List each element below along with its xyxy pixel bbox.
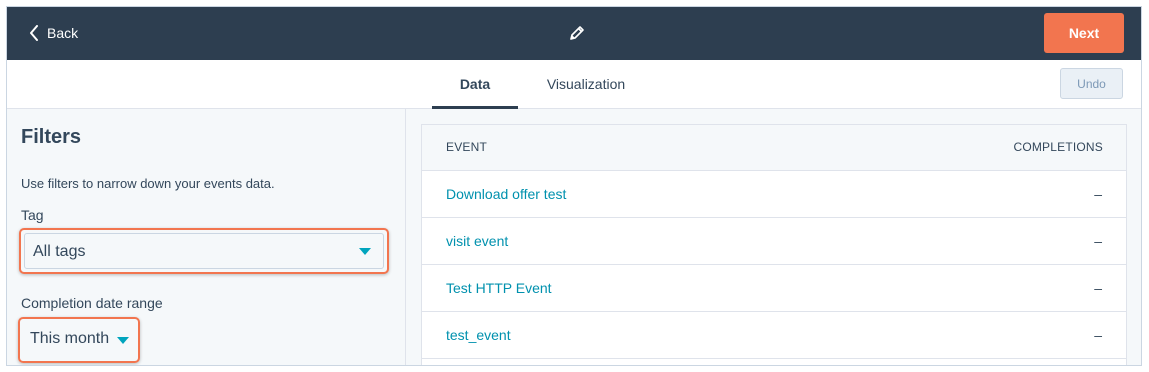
- event-link[interactable]: Download offer test: [446, 186, 566, 202]
- back-label: Back: [47, 25, 79, 41]
- top-bar: Back Next: [7, 7, 1141, 60]
- table-row: Download offer test –: [422, 171, 1126, 218]
- chevron-left-icon: [30, 25, 38, 41]
- filters-panel: Filters Use filters to narrow down your …: [7, 109, 406, 365]
- caret-down-icon: [117, 337, 129, 344]
- tag-highlight: All tags: [19, 228, 389, 274]
- undo-button[interactable]: Undo: [1060, 68, 1123, 99]
- date-range-value: This month: [30, 330, 110, 347]
- tab-data[interactable]: Data: [432, 60, 518, 109]
- report-builder-window: Back Next Data Visualization Undo Filter…: [6, 6, 1142, 366]
- events-table: EVENT COMPLETIONS Download offer test – …: [421, 124, 1127, 365]
- tab-bar: Data Visualization Undo: [7, 60, 1141, 109]
- next-button[interactable]: Next: [1044, 13, 1124, 53]
- table-row: visit event –: [422, 218, 1126, 265]
- event-link[interactable]: Test HTTP Event: [446, 280, 552, 296]
- completions-value: –: [1094, 233, 1102, 249]
- date-range-dropdown[interactable]: This month: [20, 319, 138, 361]
- table-row: test_event –: [422, 312, 1126, 359]
- completions-value: –: [1094, 186, 1102, 202]
- filters-description: Use filters to narrow down your events d…: [21, 176, 275, 191]
- tag-label: Tag: [21, 207, 44, 223]
- column-header-event[interactable]: EVENT: [446, 140, 487, 154]
- completion-date-range-label: Completion date range: [21, 295, 163, 311]
- table-row: Test HTTP Event –: [422, 265, 1126, 312]
- tab-visualization[interactable]: Visualization: [537, 60, 635, 108]
- event-link[interactable]: visit event: [446, 233, 508, 249]
- column-header-completions[interactable]: COMPLETIONS: [1013, 140, 1103, 154]
- data-panel: EVENT COMPLETIONS Download offer test – …: [406, 109, 1141, 365]
- back-button[interactable]: Back: [29, 23, 78, 43]
- filters-title: Filters: [21, 126, 82, 148]
- table-header: EVENT COMPLETIONS: [422, 125, 1126, 171]
- tag-dropdown[interactable]: All tags: [24, 233, 384, 269]
- date-range-highlight: This month: [18, 317, 140, 363]
- caret-down-icon: [359, 248, 371, 255]
- completions-value: –: [1094, 280, 1102, 296]
- completions-value: –: [1094, 327, 1102, 343]
- event-link[interactable]: test_event: [446, 327, 511, 343]
- tag-dropdown-value: All tags: [33, 243, 86, 260]
- pencil-icon[interactable]: [568, 24, 586, 42]
